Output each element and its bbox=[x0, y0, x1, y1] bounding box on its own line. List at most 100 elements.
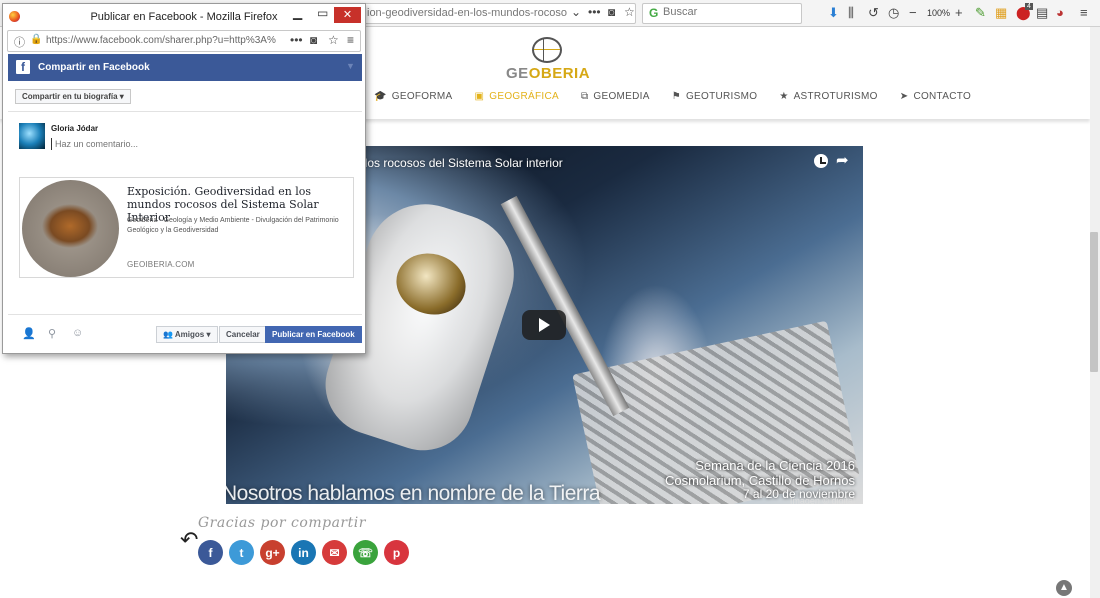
fb-share-body: Compartir en tu biografía ▾ Gloria Jódar… bbox=[8, 81, 362, 353]
nav-item-contacto[interactable]: ➤ CONTACTO bbox=[900, 91, 971, 102]
search-box[interactable]: G bbox=[642, 3, 802, 24]
nav-item-geomedia[interactable]: ⧉ GEOMEDIA bbox=[581, 91, 650, 102]
email-share-button[interactable]: ✉ bbox=[322, 540, 347, 565]
linkedin-icon: in bbox=[298, 545, 309, 560]
close-icon[interactable]: ✕ bbox=[334, 7, 361, 23]
popup-titlebar: Publicar en Facebook - Mozilla Firefox ▁… bbox=[3, 4, 365, 28]
comment-input[interactable] bbox=[51, 138, 251, 150]
search-input[interactable] bbox=[663, 6, 793, 18]
maximize-icon[interactable]: ▭ bbox=[317, 6, 328, 20]
facebook-share-button[interactable]: f bbox=[198, 540, 223, 565]
nav-item-geoturismo[interactable]: ⚑ GEOTURISMO bbox=[672, 91, 758, 102]
page-scrollbar[interactable] bbox=[1090, 27, 1100, 598]
paper-plane-icon: ➤ bbox=[899, 91, 909, 102]
fb-share-title: Compartir en Facebook bbox=[38, 62, 150, 73]
scrollbar-thumb[interactable] bbox=[1090, 232, 1098, 372]
link-preview-card[interactable]: Exposición. Geodiversidad en los mundos … bbox=[19, 177, 354, 278]
network-icon: ⧉ bbox=[580, 91, 589, 102]
share-arrow-icon[interactable]: ➦ bbox=[836, 151, 849, 169]
whatsapp-icon: ☏ bbox=[357, 545, 373, 560]
popup-window-title: Publicar en Facebook - Mozilla Firefox bbox=[90, 11, 278, 23]
video-caption-credit: Imagen © digital bbox=[789, 496, 855, 504]
linkedin-share-button[interactable]: in bbox=[291, 540, 316, 565]
search-engine-icon: G bbox=[649, 6, 659, 20]
email-icon: ✉ bbox=[329, 545, 340, 560]
share-destination-dropdown[interactable]: Compartir en tu biografía ▾ bbox=[15, 89, 131, 104]
video-caption-line2: Cosmolarium, Castillo de Hornos bbox=[664, 473, 855, 488]
facebook-logo-icon: f bbox=[16, 60, 30, 74]
menu-icon[interactable]: ≡ bbox=[1080, 5, 1088, 21]
sidebar-icon[interactable]: ▤ bbox=[1036, 5, 1048, 21]
extension-grid-icon[interactable]: ▦ bbox=[995, 5, 1007, 21]
divider bbox=[8, 111, 362, 112]
extension-leaf-icon[interactable]: ✎ bbox=[975, 5, 986, 21]
graduation-cap-icon: 🎓 bbox=[374, 91, 387, 102]
audience-friends-button[interactable]: 👥 Amigos ▾ bbox=[156, 326, 218, 343]
extension-badge: 4 bbox=[1025, 3, 1033, 10]
pinterest-icon: p bbox=[392, 545, 401, 560]
bookmark-star-icon[interactable]: ☆ bbox=[624, 5, 635, 19]
caret-down-icon: ▾ bbox=[206, 330, 211, 339]
publish-button[interactable]: Publicar en Facebook bbox=[265, 326, 362, 343]
divider bbox=[8, 314, 362, 315]
page-actions-icon[interactable]: ••• bbox=[588, 5, 601, 19]
zoom-out-icon[interactable]: − bbox=[909, 5, 917, 21]
library-icon[interactable]: ⫼ bbox=[848, 5, 854, 21]
share-label: Gracias por compartir bbox=[198, 515, 366, 531]
nav-item-geoforma[interactable]: 🎓 GEOFORMA bbox=[374, 91, 453, 102]
watch-later-icon[interactable] bbox=[814, 154, 828, 168]
zoom-in-icon[interactable]: + bbox=[955, 5, 963, 21]
googleplus-share-button[interactable]: g+ bbox=[260, 540, 285, 565]
link-preview-image bbox=[22, 180, 119, 277]
whatsapp-share-button[interactable]: ☏ bbox=[353, 540, 378, 565]
tag-friends-icon[interactable]: 👤 bbox=[22, 327, 36, 340]
address-bar-url: ion-geodiversidad-en-los-mundos-rocosos-… bbox=[367, 7, 567, 19]
popup-url: https://www.facebook.com/sharer.php?u=ht… bbox=[46, 35, 276, 46]
feeling-smiley-icon[interactable]: ☺ bbox=[72, 327, 83, 339]
video-title[interactable]: ndos rocosos del Sistema Solar interior bbox=[354, 156, 563, 170]
nav-item-geografica[interactable]: ▣ GEOGRÁFICA bbox=[475, 91, 559, 102]
minimize-icon[interactable]: ▁ bbox=[293, 6, 302, 20]
avatar bbox=[19, 123, 45, 149]
download-icon[interactable]: ⬇ bbox=[828, 5, 839, 21]
googleplus-icon: g+ bbox=[265, 545, 280, 560]
main-nav: 🎓 GEOFORMA ▣ GEOGRÁFICA ⧉ GEOMEDIA ⚑ GEOTURI… bbox=[374, 91, 971, 102]
popup-address-bar[interactable]: ⓘ 🔒 https://www.facebook.com/sharer.php?… bbox=[7, 30, 361, 52]
page-actions-icon[interactable]: ••• bbox=[290, 33, 303, 47]
bookmark-star-icon[interactable]: ☆ bbox=[328, 33, 339, 47]
info-icon[interactable]: ⓘ bbox=[14, 34, 25, 50]
cancel-button[interactable]: Cancelar bbox=[219, 326, 267, 343]
pocket-icon[interactable]: ◙ bbox=[608, 5, 615, 19]
caret-down-icon: ▾ bbox=[119, 92, 124, 101]
video-frame-arm bbox=[500, 195, 630, 417]
zoom-level[interactable]: 100% bbox=[927, 8, 950, 18]
nav-item-astroturismo[interactable]: ★ ASTROTURISMO bbox=[779, 91, 877, 102]
logo-mark-icon bbox=[532, 37, 562, 63]
pocket-icon[interactable]: ◙ bbox=[310, 33, 317, 47]
fb-share-header: f Compartir en Facebook ▼ bbox=[8, 54, 362, 81]
chevron-down-icon[interactable]: ▼ bbox=[346, 61, 355, 71]
signpost-icon: ⚑ bbox=[671, 91, 681, 102]
site-logo[interactable]: GEOBERIA bbox=[506, 35, 590, 82]
menu-icon[interactable]: ≡ bbox=[347, 33, 354, 47]
twitter-share-button[interactable]: t bbox=[229, 540, 254, 565]
extension-colors-icon[interactable]: ◕ bbox=[1056, 5, 1064, 21]
user-name: Gloria Jódar bbox=[51, 124, 99, 133]
friends-icon: 👥 bbox=[163, 330, 173, 339]
curved-arrow-icon: ↶ bbox=[180, 527, 199, 552]
logo-wordmark: GEOBERIA bbox=[506, 65, 591, 82]
chevron-down-icon[interactable]: ⌄ bbox=[571, 5, 581, 19]
lock-icon[interactable]: 🔒 bbox=[30, 34, 42, 45]
share-buttons: f t g+ in ✉ ☏ p bbox=[198, 540, 409, 565]
location-pin-icon[interactable]: ⚲ bbox=[48, 327, 56, 340]
play-button[interactable] bbox=[522, 310, 566, 340]
history-icon[interactable]: ↺ bbox=[868, 5, 879, 21]
pinterest-share-button[interactable]: p bbox=[384, 540, 409, 565]
video-caption-line1: Semana de la Ciencia 2016 bbox=[695, 458, 855, 473]
back-to-top-icon[interactable]: ▲ bbox=[1056, 580, 1072, 596]
star-icon: ★ bbox=[779, 91, 789, 102]
timer-icon[interactable]: ◷ bbox=[888, 5, 899, 21]
video-banner: Nosotros hablamos en nombre de la Tierra bbox=[226, 482, 601, 504]
link-preview-domain: GEOIBERIA.COM bbox=[127, 260, 195, 269]
facebook-share-popup: Publicar en Facebook - Mozilla Firefox ▁… bbox=[2, 3, 366, 354]
